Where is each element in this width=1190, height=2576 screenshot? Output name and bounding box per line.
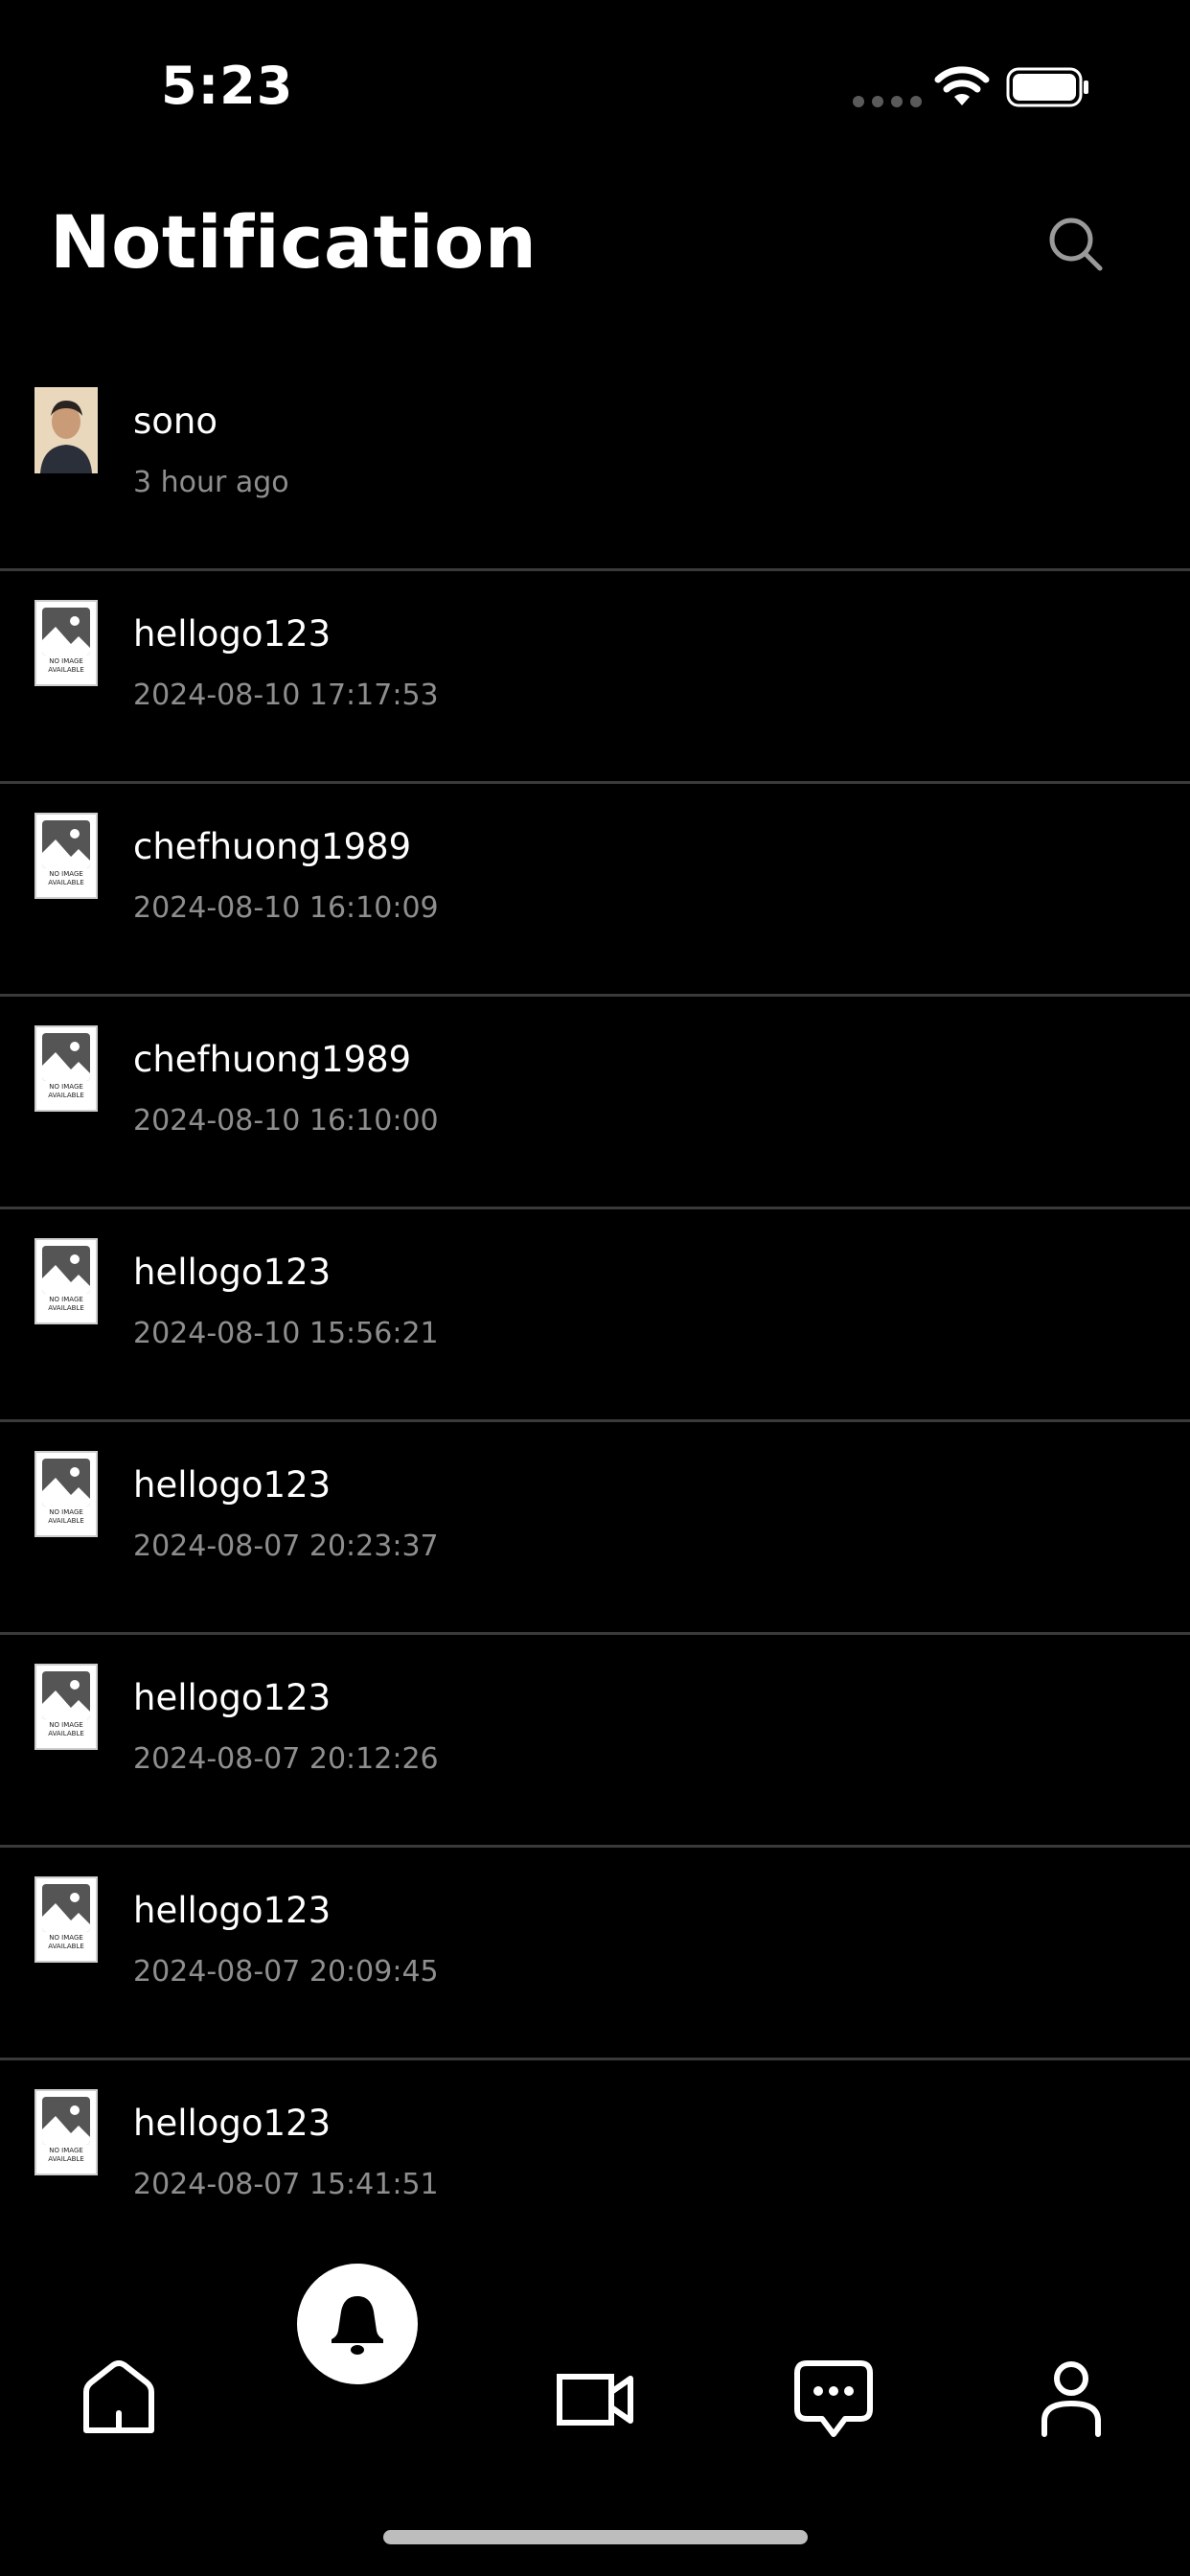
home-indicator (383, 2530, 808, 2544)
status-time: 5:23 (161, 56, 294, 116)
video-icon[interactable] (546, 2350, 642, 2446)
no-image-thumbnail: NO IMAGE AVAILABLE (34, 813, 98, 899)
no-image-thumbnail: NO IMAGE AVAILABLE (34, 600, 98, 686)
notification-username: hellogo123 (133, 1890, 332, 1931)
notification-item[interactable]: NO IMAGE AVAILABLE hellogo123 2024-08-10 … (0, 571, 1190, 784)
no-image-thumbnail: NO IMAGE AVAILABLE (34, 2089, 98, 2175)
no-image-thumbnail: NO IMAGE AVAILABLE (34, 1238, 98, 1324)
search-icon[interactable] (1044, 213, 1106, 274)
notification-time: 3 hour ago (133, 466, 289, 499)
notification-username: hellogo123 (133, 1677, 332, 1718)
no-image-thumbnail: NO IMAGE AVAILABLE (34, 1451, 98, 1537)
notification-item[interactable]: NO IMAGE AVAILABLE chefhuong1989 2024-08-… (0, 784, 1190, 997)
notification-username: chefhuong1989 (133, 826, 412, 867)
notification-item[interactable]: NO IMAGE AVAILABLE hellogo123 2024-08-07 … (0, 1422, 1190, 1635)
notification-username: chefhuong1989 (133, 1039, 412, 1080)
notification-time: 2024-08-07 20:12:26 (133, 1742, 439, 1776)
no-image-thumbnail: NO IMAGE AVAILABLE (34, 1664, 98, 1750)
notification-item[interactable]: NO IMAGE AVAILABLE hellogo123 2024-08-07 … (0, 1848, 1190, 2060)
home-icon[interactable] (71, 2350, 167, 2446)
notification-username: hellogo123 (133, 613, 332, 655)
notification-screen: 5:23 Notification sono 3 hour ago NO IMA… (0, 0, 1190, 2576)
signal-icon (853, 96, 922, 107)
notification-username: sono (133, 401, 218, 442)
status-bar: 5:23 (0, 0, 1190, 172)
no-image-thumbnail: NO IMAGE AVAILABLE (34, 1025, 98, 1112)
notification-time: 2024-08-10 15:56:21 (133, 1317, 439, 1350)
no-image-thumbnail: NO IMAGE AVAILABLE (34, 1876, 98, 1963)
avatar (34, 387, 98, 473)
notification-item[interactable]: NO IMAGE AVAILABLE hellogo123 2024-08-07 … (0, 2060, 1190, 2273)
notification-username: hellogo123 (133, 1464, 332, 1506)
wifi-icon (934, 66, 990, 105)
notification-time: 2024-08-07 15:41:51 (133, 2168, 439, 2201)
notification-time: 2024-08-10 16:10:00 (133, 1104, 439, 1138)
notification-list: sono 3 hour ago NO IMAGE AVAILABLE hellog… (0, 358, 1190, 2273)
notification-username: hellogo123 (133, 1252, 332, 1293)
notification-time: 2024-08-10 17:17:53 (133, 678, 439, 712)
notification-time: 2024-08-07 20:09:45 (133, 1955, 439, 1989)
bell-icon[interactable] (297, 2264, 418, 2384)
chat-icon[interactable] (786, 2350, 881, 2446)
battery-icon (1006, 67, 1088, 107)
page-title: Notification (50, 199, 538, 285)
profile-icon[interactable] (1023, 2350, 1119, 2446)
notification-item[interactable]: NO IMAGE AVAILABLE hellogo123 2024-08-10 … (0, 1209, 1190, 1422)
notification-time: 2024-08-07 20:23:37 (133, 1530, 439, 1563)
notification-item[interactable]: NO IMAGE AVAILABLE hellogo123 2024-08-07 … (0, 1635, 1190, 1848)
notification-item[interactable]: NO IMAGE AVAILABLE chefhuong1989 2024-08-… (0, 997, 1190, 1209)
notification-item[interactable]: sono 3 hour ago (0, 358, 1190, 571)
notification-time: 2024-08-10 16:10:09 (133, 891, 439, 925)
notification-username: hellogo123 (133, 2103, 332, 2144)
header: Notification (0, 182, 1190, 307)
